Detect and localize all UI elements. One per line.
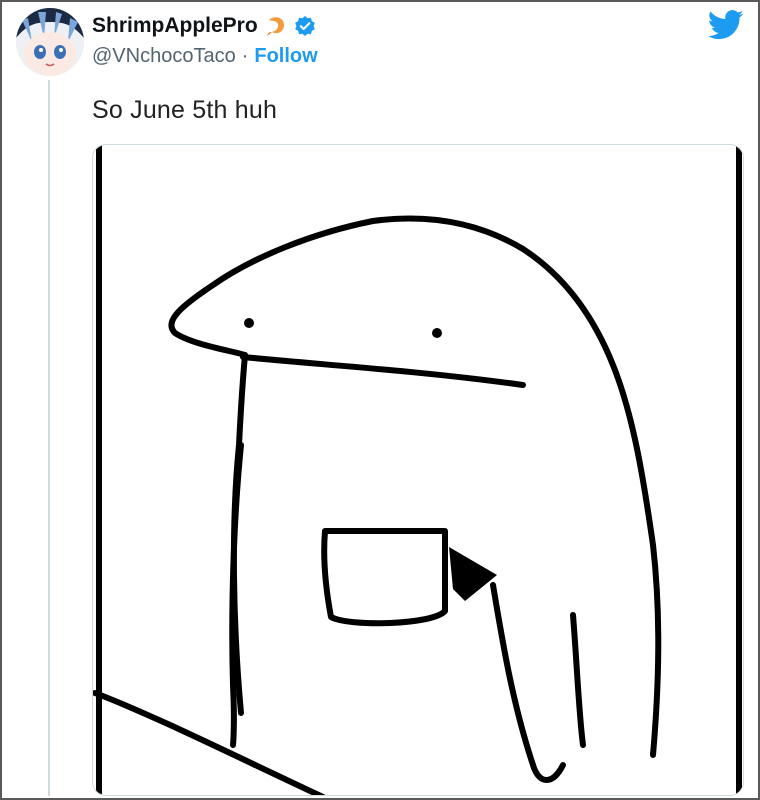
display-name[interactable]: ShrimpApplePro: [92, 14, 258, 38]
avatar[interactable]: [16, 8, 84, 76]
blob-with-mug-drawing: [93, 145, 743, 795]
author-handle[interactable]: @VNchocoTaco: [92, 45, 236, 68]
follow-button[interactable]: Follow: [254, 45, 317, 68]
tweet-text: So June 5th huh: [92, 96, 278, 124]
separator: ·: [241, 45, 249, 67]
thread-line: [48, 80, 50, 796]
verified-badge-icon: [294, 15, 316, 37]
avatar-icon: [16, 8, 84, 76]
tweet-media-image[interactable]: [92, 144, 744, 796]
handle-row: @VNchocoTaco · Follow: [92, 45, 318, 68]
shrimp-emoji-icon: [264, 14, 288, 38]
author-name-row[interactable]: ShrimpApplePro: [92, 14, 316, 38]
tweet-card: ShrimpApplePro @VNchocoTaco · Follow So …: [0, 0, 760, 800]
twitter-bird-icon[interactable]: [707, 10, 744, 40]
